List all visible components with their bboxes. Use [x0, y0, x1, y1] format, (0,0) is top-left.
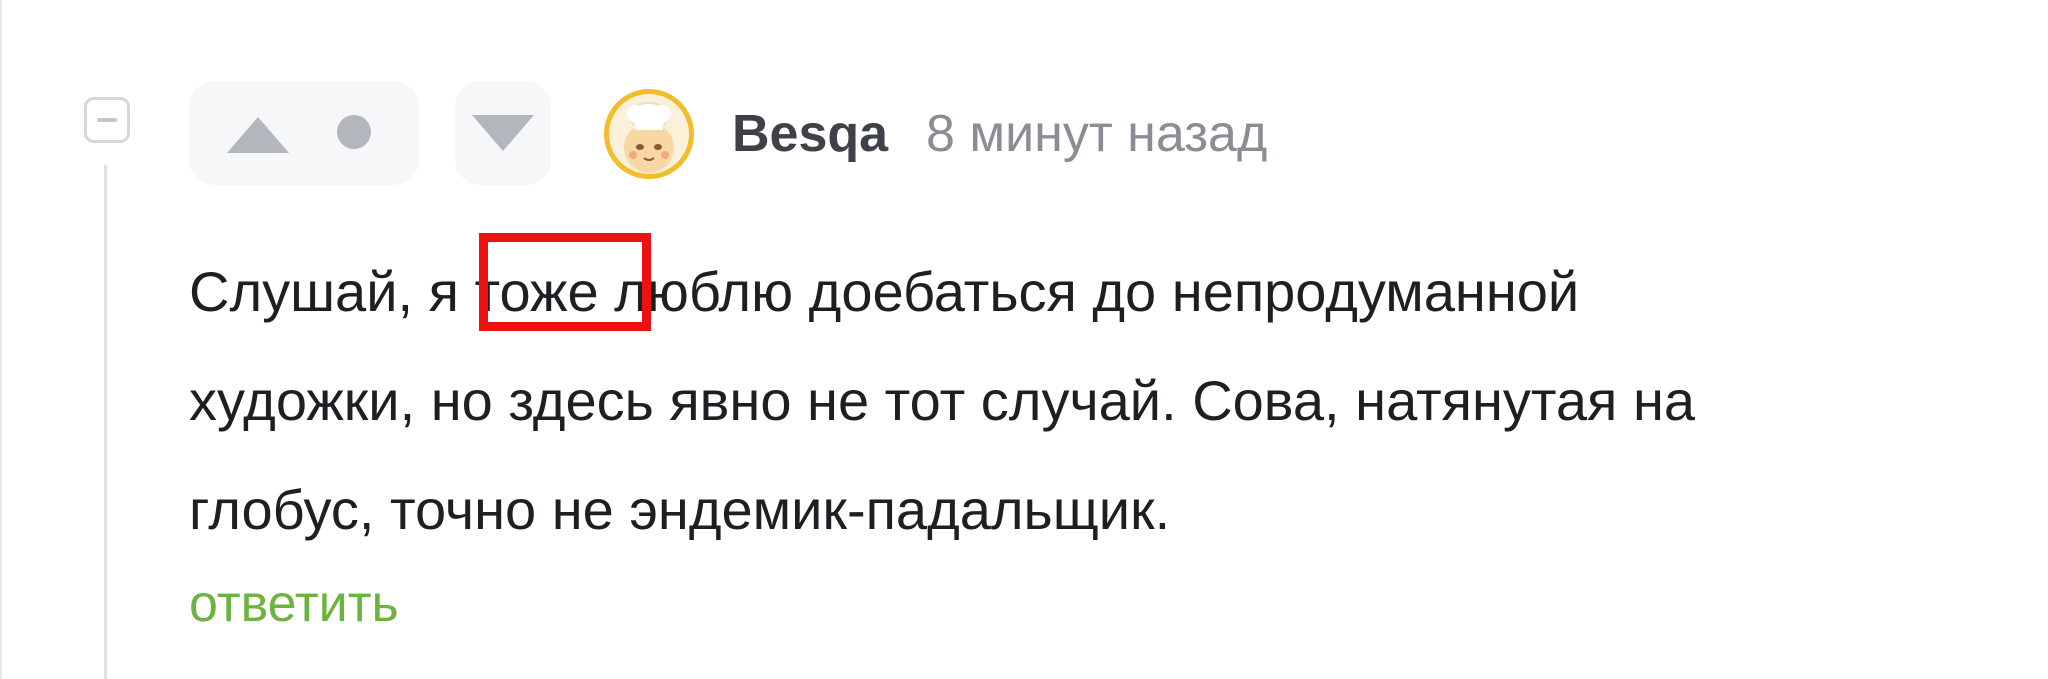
page-left-border [0, 0, 2, 679]
highlight-box [479, 233, 651, 331]
comment-timestamp[interactable]: 8 минут назад [926, 104, 1267, 164]
arrow-up-icon [227, 117, 289, 153]
comment-line: Слушай, я тоже люблю доебаться до непрод… [189, 260, 1580, 323]
vote-group [189, 81, 419, 185]
avatar[interactable] [604, 89, 694, 179]
thread-line[interactable] [104, 165, 107, 679]
comment-line: художки, но здесь явно не тот случай. Со… [189, 369, 1696, 432]
downvote-button[interactable] [455, 81, 551, 185]
vote-score-indicator [337, 115, 371, 149]
arrow-down-icon [472, 115, 534, 151]
minus-icon [97, 118, 117, 122]
upvote-button[interactable] [225, 115, 291, 155]
comment-author[interactable]: Besqa [732, 104, 888, 164]
comment-body: Слушай, я тоже люблю доебаться до непрод… [189, 237, 1989, 564]
reply-button[interactable]: ответить [189, 574, 399, 634]
comment-line: глобус, точно не эндемик-падальщик. [189, 478, 1171, 541]
collapse-comment-button[interactable] [84, 97, 130, 143]
chef-avatar-icon [624, 102, 674, 173]
